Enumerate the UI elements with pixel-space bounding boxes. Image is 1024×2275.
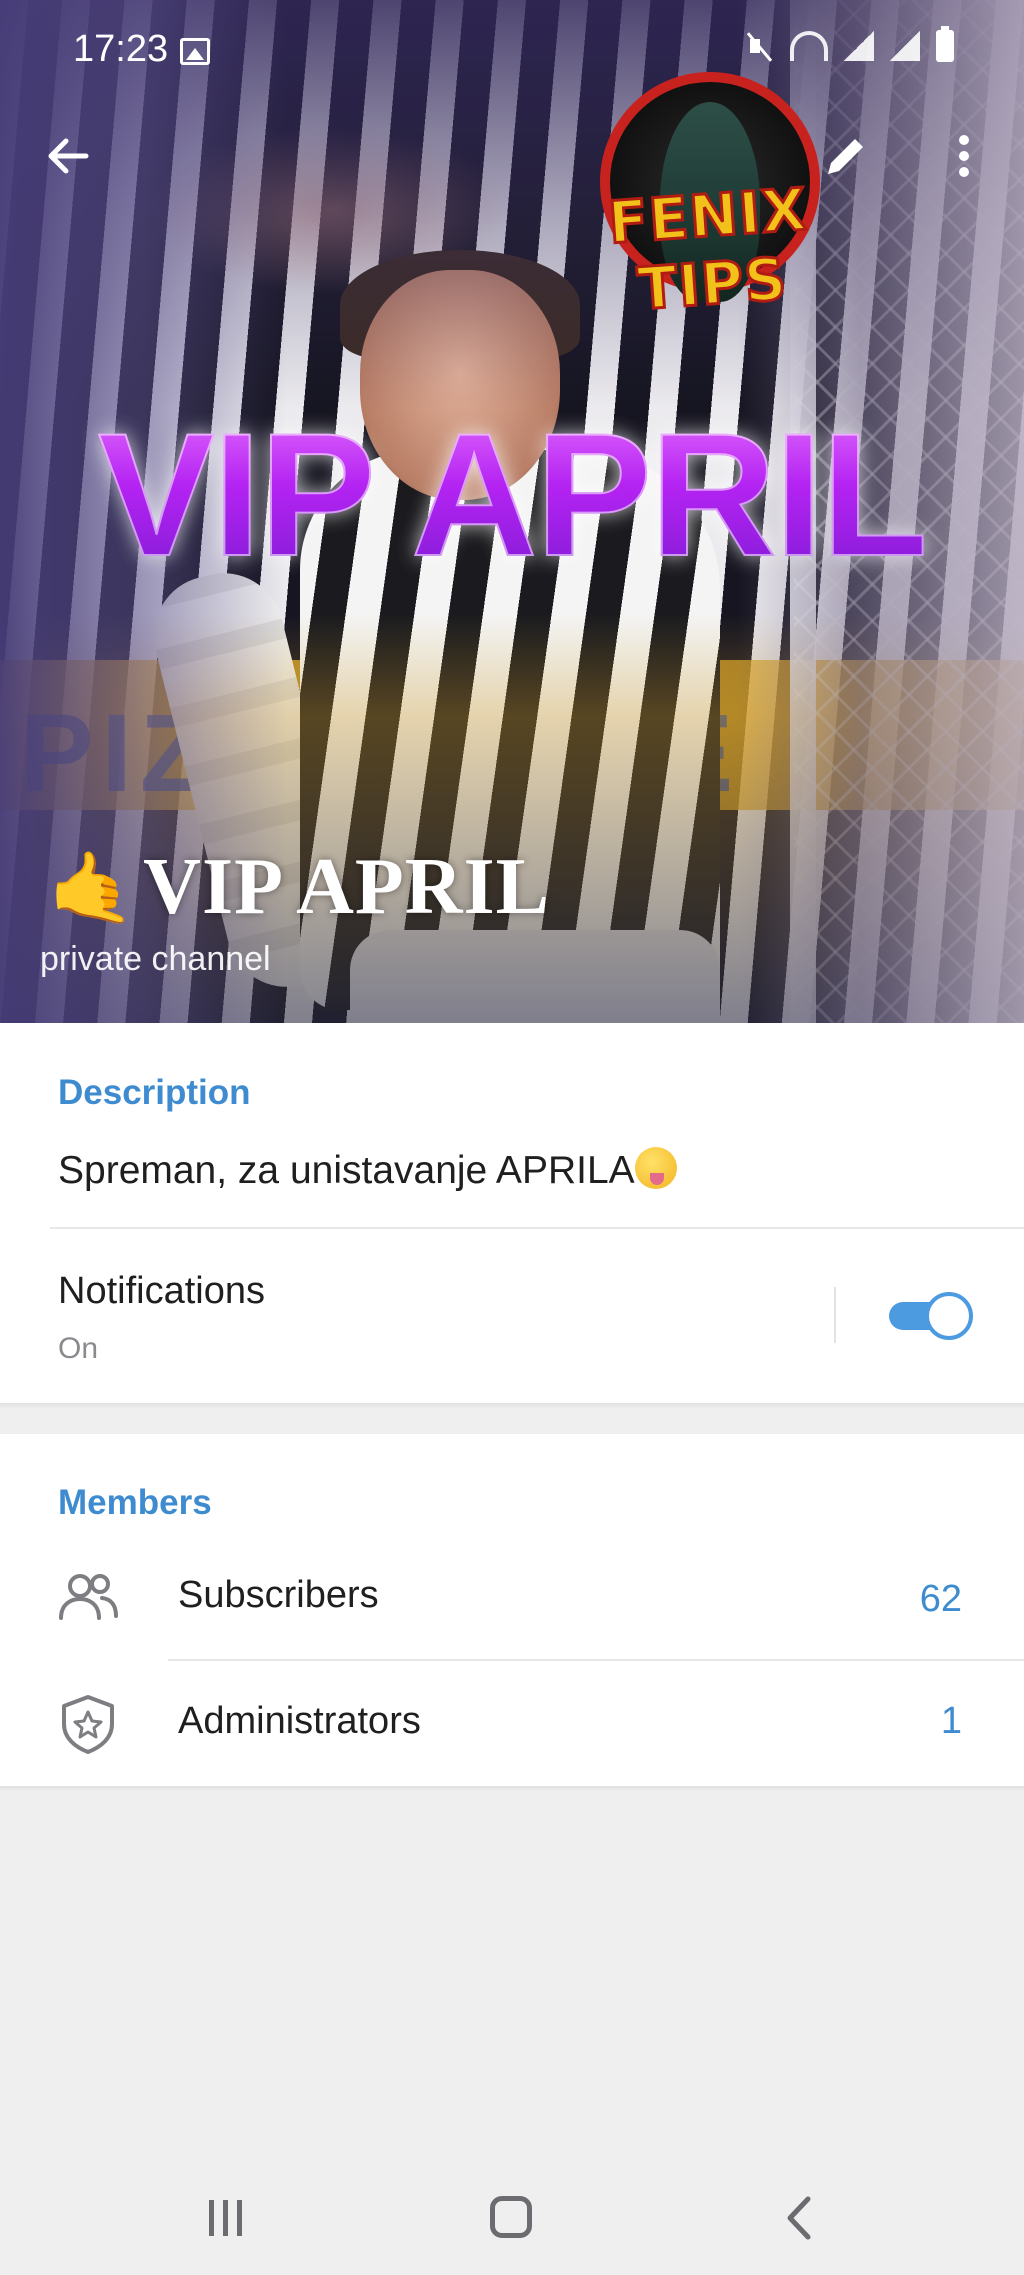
description-text[interactable]: Spreman, za unistavanje APRILA — [58, 1147, 677, 1193]
pencil-icon — [828, 139, 863, 174]
channel-name: 🤙 VIP APRIL — [48, 842, 550, 933]
divider — [50, 1227, 1024, 1229]
subscribers-label: Subscribers — [178, 1574, 379, 1616]
channel-type: private channel — [40, 940, 271, 978]
card-shadow — [0, 1403, 1024, 1409]
more-vertical-icon — [959, 135, 969, 177]
description-value: Spreman, za unistavanje APRILA — [58, 1149, 635, 1192]
edit-button[interactable] — [818, 128, 874, 184]
mute-icon — [746, 31, 774, 61]
wifi-icon — [790, 31, 828, 61]
channel-title: VIP APRIL — [143, 843, 551, 931]
notifications-toggle[interactable] — [885, 1292, 973, 1340]
back-button[interactable] — [40, 128, 96, 184]
cover-artwork-title: VIP APRIL — [0, 395, 1024, 596]
gallery-icon — [180, 38, 210, 65]
card-shadow — [0, 1786, 1024, 1792]
shield-star-icon — [62, 1695, 114, 1754]
status-time: 17:23 — [73, 28, 169, 70]
more-options-button[interactable] — [940, 128, 988, 184]
vertical-separator — [834, 1287, 836, 1343]
battery-icon — [936, 26, 954, 62]
people-icon — [59, 1574, 118, 1620]
zany-face-icon — [634, 1147, 677, 1189]
status-bar: 17:23 — [0, 0, 1024, 100]
divider — [168, 1659, 1024, 1661]
members-label: Members — [58, 1483, 212, 1522]
call-me-hand-icon: 🤙 — [48, 848, 136, 927]
signal-icon — [890, 31, 920, 61]
description-label: Description — [58, 1073, 251, 1112]
back-icon[interactable] — [778, 2195, 820, 2241]
home-icon[interactable] — [490, 2196, 532, 2238]
system-nav-bar — [0, 2160, 1024, 2275]
notifications-status: On — [58, 1332, 99, 1365]
notifications-label: Notifications — [58, 1270, 265, 1312]
administrators-label: Administrators — [178, 1700, 421, 1742]
subscribers-count: 62 — [919, 1578, 962, 1620]
fenix-tips-logo: FENIX TIPS — [560, 62, 860, 362]
arrow-left-icon — [48, 138, 89, 174]
signal-icon — [844, 31, 874, 61]
recent-apps-icon[interactable] — [205, 2200, 247, 2236]
administrators-count: 1 — [940, 1700, 962, 1742]
